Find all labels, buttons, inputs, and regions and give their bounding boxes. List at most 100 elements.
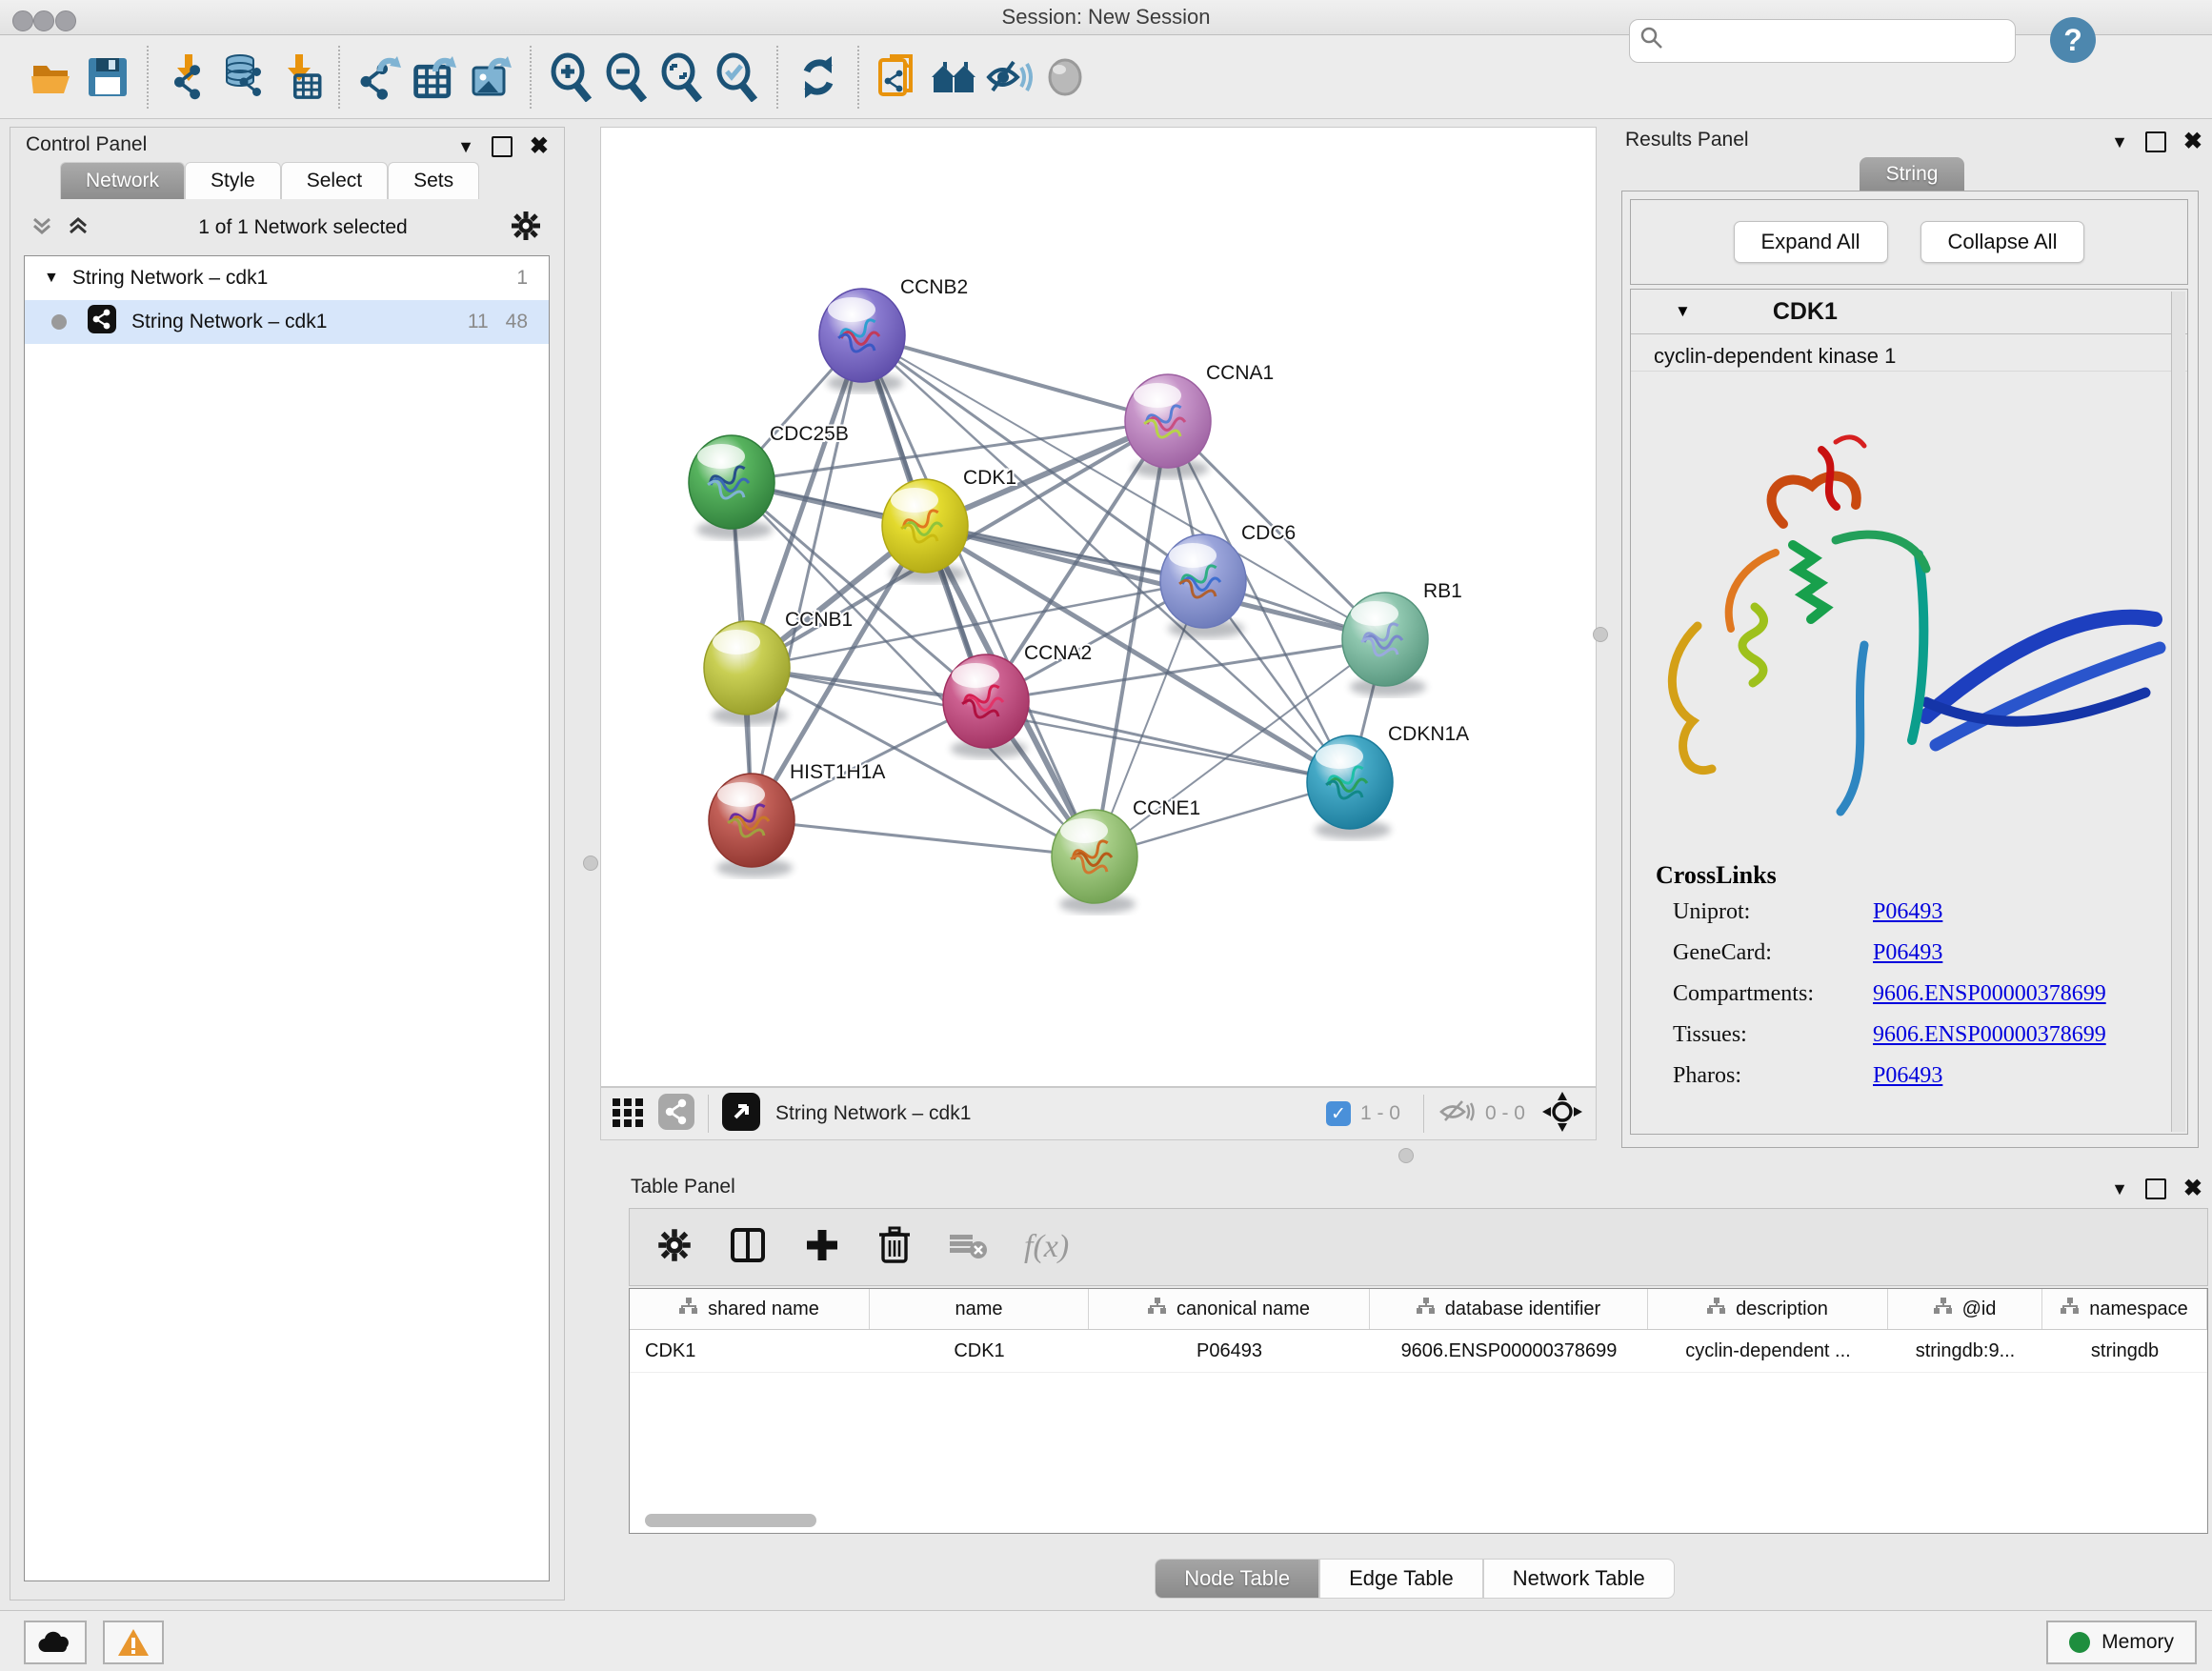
tab-select[interactable]: Select (281, 162, 388, 199)
column-header-shared-name[interactable]: shared name (630, 1289, 870, 1329)
network-view[interactable]: CCNB2 CCNA1 CDC25B CDK1 CDC6 RB1 CCNB1 C… (600, 127, 1597, 1087)
tab-network[interactable]: Network (60, 162, 185, 199)
results-scrollbar[interactable] (2171, 292, 2185, 1132)
node-CCNA2[interactable]: CCNA2 (943, 642, 1092, 758)
search-box[interactable] (1629, 19, 2016, 63)
open-in-window-icon[interactable] (722, 1093, 760, 1136)
import-table-icon[interactable] (271, 49, 327, 106)
network-row[interactable]: String Network – cdk1 11 48 (25, 300, 549, 344)
crosslink-link[interactable]: P06493 (1873, 940, 1942, 966)
zoom-out-icon[interactable] (599, 49, 654, 106)
memory-button[interactable]: Memory (2046, 1621, 2197, 1664)
tab-string[interactable]: String (1860, 157, 1964, 191)
add-column-icon[interactable] (803, 1226, 841, 1269)
vertical-splitter-handle[interactable] (1593, 627, 1608, 642)
column-header-description[interactable]: description (1648, 1289, 1888, 1329)
cloud-button[interactable] (24, 1621, 87, 1664)
panel-menu-icon[interactable]: ▼ (2111, 132, 2128, 152)
edge-CDK1-RB1[interactable] (925, 526, 1385, 639)
export-network-icon[interactable] (352, 49, 408, 106)
selected-checkbox-icon[interactable]: ✓ (1326, 1101, 1351, 1126)
column-header-database-identifier[interactable]: database identifier (1370, 1289, 1648, 1329)
network-canvas[interactable]: CCNB2 CCNA1 CDC25B CDK1 CDC6 RB1 CCNB1 C… (601, 128, 1596, 1086)
show-columns-icon[interactable] (729, 1226, 767, 1269)
tab-sets[interactable]: Sets (388, 162, 479, 199)
horizontal-splitter-handle[interactable] (1398, 1148, 1414, 1163)
help-button[interactable]: ? (2050, 17, 2096, 63)
collapse-all-button[interactable]: Collapse All (1920, 221, 2085, 263)
cell[interactable]: cyclin-dependent ... (1648, 1330, 1888, 1372)
panel-float-icon[interactable] (492, 136, 513, 157)
node-CCNE1[interactable]: CCNE1 (1052, 797, 1200, 914)
node-HIST1H1A[interactable]: HIST1H1A (709, 761, 885, 877)
tab-network-table[interactable]: Network Table (1483, 1559, 1675, 1599)
tab-edge-table[interactable]: Edge Table (1319, 1559, 1483, 1599)
refresh-icon[interactable] (791, 49, 846, 106)
tab-node-table[interactable]: Node Table (1155, 1559, 1319, 1599)
cell[interactable]: P06493 (1089, 1330, 1370, 1372)
collapse-caret-icon[interactable]: ▼ (1675, 302, 1691, 321)
cell[interactable]: CDK1 (870, 1330, 1089, 1372)
warning-button[interactable] (103, 1621, 164, 1664)
crosslink-link[interactable]: 9606.ENSP00000378699 (1873, 981, 2106, 1007)
cell[interactable]: stringdb (2042, 1330, 2207, 1372)
home-icon[interactable] (927, 49, 982, 106)
search-input[interactable] (1674, 30, 2007, 53)
node-table[interactable]: shared namenamecanonical namedatabase id… (629, 1288, 2208, 1534)
column-header-name[interactable]: name (870, 1289, 1089, 1329)
crosslink-link[interactable]: P06493 (1873, 1063, 1942, 1089)
column-header-@id[interactable]: @id (1888, 1289, 2042, 1329)
table-hscrollbar[interactable] (645, 1514, 816, 1527)
column-header-canonical-name[interactable]: canonical name (1089, 1289, 1370, 1329)
panel-float-icon[interactable] (2145, 1178, 2166, 1199)
cell[interactable]: 9606.ENSP00000378699 (1370, 1330, 1648, 1372)
export-table-icon[interactable] (408, 49, 463, 106)
network-collection-row[interactable]: ▼ String Network – cdk1 1 (25, 256, 549, 300)
edge-CCNA1-CCNE1[interactable] (1095, 421, 1168, 856)
column-header-namespace[interactable]: namespace (2042, 1289, 2207, 1329)
table-gear-icon[interactable] (656, 1227, 693, 1268)
node-CDK1[interactable]: CDK1 (882, 467, 1016, 583)
gear-icon[interactable] (510, 210, 542, 247)
expand-all-icon[interactable] (66, 213, 90, 243)
collapse-caret-icon[interactable]: ▼ (44, 270, 59, 287)
export-image-icon[interactable] (463, 49, 518, 106)
node-CCNB2[interactable]: CCNB2 (819, 276, 968, 393)
hidden-eye-icon[interactable] (1438, 1096, 1476, 1133)
panel-menu-icon[interactable]: ▼ (457, 137, 474, 157)
open-session-icon[interactable] (25, 49, 80, 106)
zoom-fit-icon[interactable] (654, 49, 710, 106)
hide-selected-icon[interactable] (982, 49, 1037, 106)
import-network-database-icon[interactable] (216, 49, 271, 106)
panel-float-icon[interactable] (2145, 131, 2166, 152)
cell[interactable]: CDK1 (630, 1330, 870, 1372)
tab-style[interactable]: Style (185, 162, 281, 199)
panel-close-icon[interactable]: ✖ (2183, 131, 2202, 153)
save-session-icon[interactable] (80, 49, 135, 106)
edge-CCNB2-HIST1H1A[interactable] (752, 335, 862, 820)
panel-close-icon[interactable]: ✖ (2183, 1178, 2202, 1200)
show-all-icon[interactable] (1037, 49, 1093, 106)
zoom-in-icon[interactable] (544, 49, 599, 106)
node-CCNA1[interactable]: CCNA1 (1125, 362, 1274, 478)
crosslink-link[interactable]: P06493 (1873, 899, 1942, 925)
edge-CCNB2-CCNE1[interactable] (862, 335, 1095, 856)
zoom-selected-icon[interactable] (710, 49, 765, 106)
edge-CCNA2-CDKN1A[interactable] (986, 701, 1350, 782)
share-gray-icon[interactable] (658, 1094, 694, 1135)
collapse-all-icon[interactable] (30, 213, 54, 243)
import-network-icon[interactable] (161, 49, 216, 106)
string-document-icon[interactable] (872, 49, 927, 106)
delete-column-icon[interactable] (877, 1225, 912, 1270)
panel-menu-icon[interactable]: ▼ (2111, 1179, 2128, 1199)
cell[interactable]: stringdb:9... (1888, 1330, 2042, 1372)
birdseye-grid-icon[interactable] (611, 1095, 645, 1134)
panel-close-icon[interactable]: ✖ (530, 135, 549, 158)
vertical-splitter-handle[interactable] (583, 856, 598, 871)
crosslink-link[interactable]: 9606.ENSP00000378699 (1873, 1022, 2106, 1048)
edge-HIST1H1A-CCNE1[interactable] (752, 820, 1095, 856)
table-row[interactable]: CDK1CDK1P064939606.ENSP00000378699cyclin… (630, 1330, 2207, 1373)
node-RB1[interactable]: RB1 (1342, 580, 1462, 696)
crosshair-icon[interactable] (1542, 1092, 1582, 1137)
expand-all-button[interactable]: Expand All (1734, 221, 1888, 263)
